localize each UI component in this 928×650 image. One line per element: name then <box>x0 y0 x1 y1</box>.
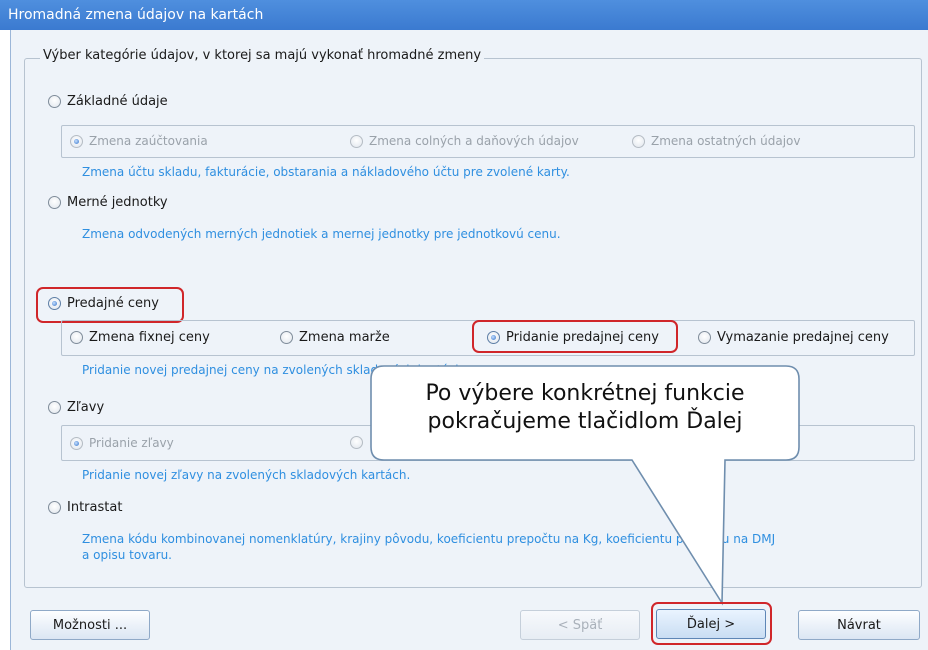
radio-add-price[interactable]: Pridanie predajnej ceny <box>487 330 659 345</box>
radio-prices-label: Predajné ceny <box>67 296 159 311</box>
radio-change-other[interactable]: Zmena ostatných údajov <box>632 134 801 148</box>
radio-basic-data-label: Základné údaje <box>67 94 168 109</box>
discounts-description: Pridanie novej zľavy na zvolených sklado… <box>82 468 411 482</box>
radio-basic-data[interactable]: Základné údaje <box>48 94 168 109</box>
radio-add-discount[interactable]: Pridanie zľavy <box>70 436 174 450</box>
radio-change-accounting[interactable]: Zmena zaúčtovania <box>70 134 208 148</box>
radio-change-other-icon <box>632 134 645 148</box>
radio-change-fixed-price-icon <box>70 331 83 344</box>
radio-discounts[interactable]: Zľavy <box>48 400 104 415</box>
radio-change-margin-icon <box>280 331 293 344</box>
radio-change-other-label: Zmena ostatných údajov <box>651 134 801 148</box>
radio-add-price-label: Pridanie predajnej ceny <box>506 330 659 345</box>
options-button[interactable]: Možnosti ... <box>30 610 150 640</box>
radio-discount-option-2-icon <box>350 436 363 449</box>
radio-prices[interactable]: Predajné ceny <box>48 296 159 311</box>
window-title-bar: Hromadná zmena údajov na kartách <box>0 0 928 30</box>
radio-change-customs-icon <box>350 134 363 148</box>
radio-delete-price[interactable]: Vymazanie predajnej ceny <box>698 330 889 345</box>
radio-add-discount-icon <box>70 436 83 450</box>
radio-delete-price-label: Vymazanie predajnej ceny <box>717 330 889 345</box>
return-button[interactable]: Návrat <box>798 610 920 640</box>
radio-intrastat-icon <box>48 501 61 514</box>
radio-change-accounting-label: Zmena zaúčtovania <box>89 134 208 148</box>
units-description: Zmena odvodených merných jednotiek a mer… <box>82 227 561 241</box>
intrastat-description-line2: a opisu tovaru. <box>82 548 172 562</box>
window-title: Hromadná zmena údajov na kartách <box>8 7 264 23</box>
radio-change-customs[interactable]: Zmena colných a daňových údajov <box>350 134 579 148</box>
radio-intrastat-label: Intrastat <box>67 500 123 515</box>
callout-text: Po výbere konkrétnej funkcie pokračujeme… <box>378 380 792 436</box>
radio-units-icon <box>48 196 61 209</box>
callout-line-2: pokračujeme tlačidlom Ďalej <box>427 409 743 434</box>
group-title: Výber kategórie údajov, v ktorej sa majú… <box>40 48 485 63</box>
basic-description: Zmena účtu skladu, fakturácie, obstarani… <box>82 165 570 179</box>
radio-units[interactable]: Merné jednotky <box>48 195 168 210</box>
radio-add-price-icon <box>487 331 500 344</box>
back-button[interactable]: < Späť <box>520 610 640 640</box>
radio-change-accounting-icon <box>70 134 83 148</box>
radio-intrastat[interactable]: Intrastat <box>48 500 122 515</box>
radio-change-margin-label: Zmena marže <box>299 330 390 345</box>
radio-discounts-icon <box>48 401 61 414</box>
radio-delete-price-icon <box>698 331 711 344</box>
radio-change-fixed-price[interactable]: Zmena fixnej ceny <box>70 330 210 345</box>
radio-change-customs-label: Zmena colných a daňových údajov <box>369 134 579 148</box>
radio-units-label: Merné jednotky <box>67 195 168 210</box>
radio-change-margin[interactable]: Zmena marže <box>280 330 390 345</box>
radio-discount-option-2[interactable] <box>350 436 363 449</box>
callout-line-1: Po výbere konkrétnej funkcie <box>425 381 745 406</box>
radio-prices-icon <box>48 297 61 310</box>
radio-add-discount-label: Pridanie zľavy <box>89 436 174 450</box>
radio-discounts-label: Zľavy <box>67 400 105 415</box>
radio-change-fixed-price-label: Zmena fixnej ceny <box>89 330 210 345</box>
radio-basic-data-icon <box>48 95 61 108</box>
next-button[interactable]: Ďalej > <box>656 609 766 639</box>
